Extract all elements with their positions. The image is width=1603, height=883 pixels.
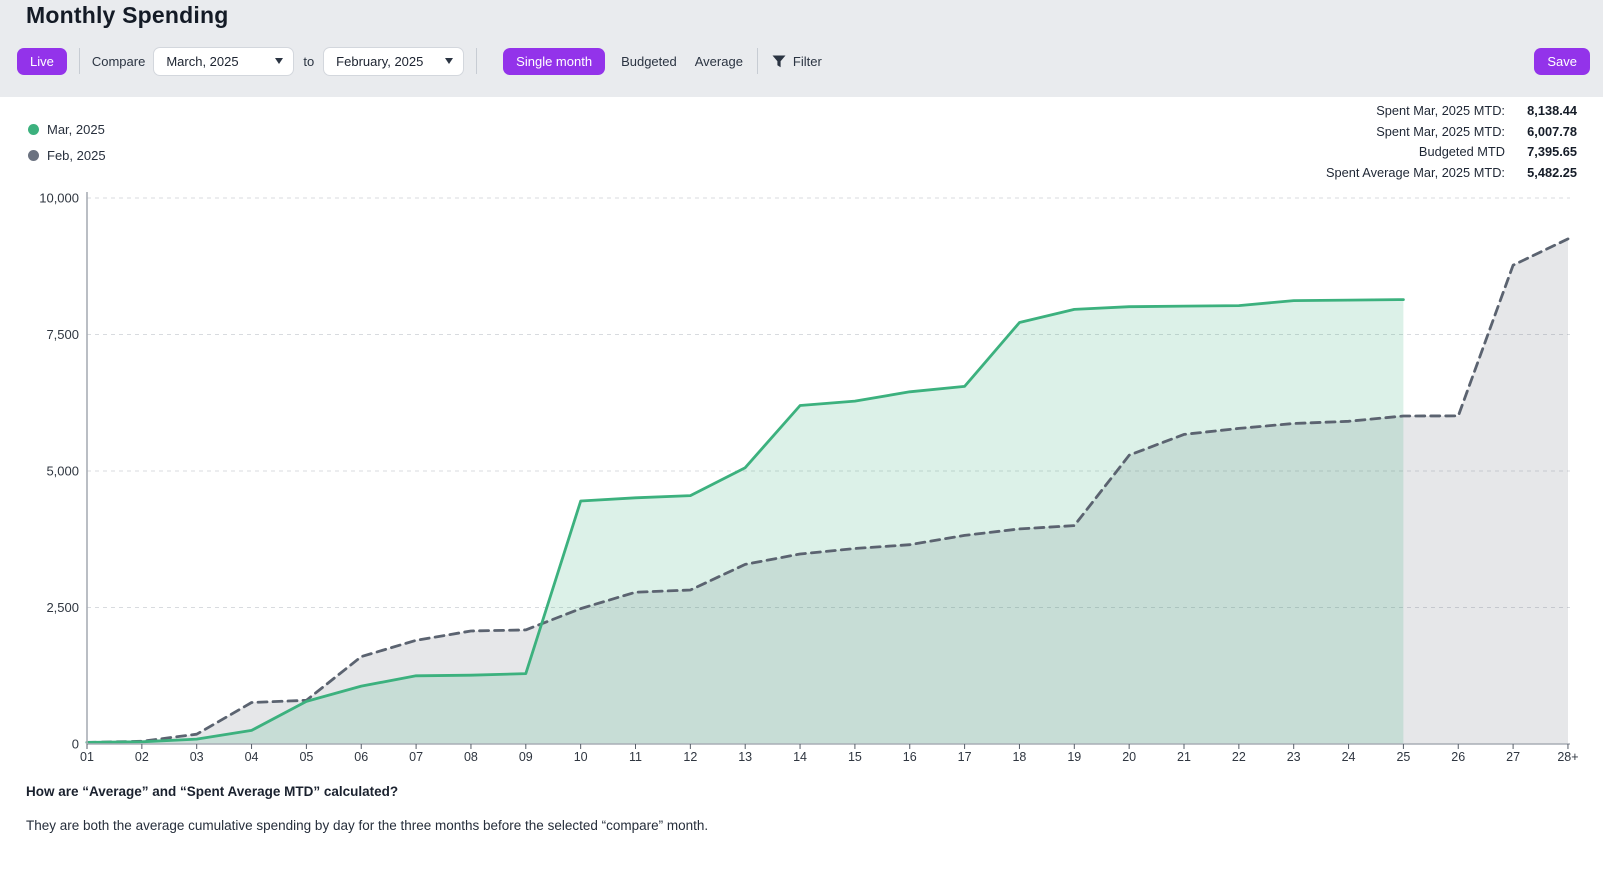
svg-text:02: 02 bbox=[135, 750, 149, 764]
svg-text:11: 11 bbox=[629, 750, 642, 764]
svg-text:25: 25 bbox=[1396, 750, 1410, 764]
svg-text:10: 10 bbox=[574, 750, 588, 764]
stat-label: Spent Mar, 2025 MTD: bbox=[1376, 124, 1505, 139]
svg-text:16: 16 bbox=[903, 750, 917, 764]
legend-dot-green-icon bbox=[28, 124, 39, 135]
summary-stats: Spent Mar, 2025 MTD: 8,138.44 Spent Mar,… bbox=[1326, 103, 1577, 185]
stat-label: Budgeted MTD bbox=[1419, 144, 1505, 159]
svg-text:05: 05 bbox=[299, 750, 313, 764]
legend-label: Feb, 2025 bbox=[47, 148, 106, 163]
explanation-footer: How are “Average” and “Spent Average MTD… bbox=[26, 784, 1286, 833]
stat-spent-compare-mtd: Spent Mar, 2025 MTD: 6,007.78 bbox=[1326, 124, 1577, 145]
stat-spent-average-mtd: Spent Average Mar, 2025 MTD: 5,482.25 bbox=[1326, 165, 1577, 186]
svg-text:24: 24 bbox=[1342, 750, 1356, 764]
svg-text:20: 20 bbox=[1122, 750, 1136, 764]
svg-text:21: 21 bbox=[1177, 750, 1191, 764]
svg-text:06: 06 bbox=[354, 750, 368, 764]
chart-legend: Mar, 2025 Feb, 2025 bbox=[28, 116, 106, 168]
legend-item-feb[interactable]: Feb, 2025 bbox=[28, 142, 106, 168]
svg-text:5,000: 5,000 bbox=[46, 464, 79, 479]
stat-value: 6,007.78 bbox=[1509, 124, 1577, 139]
svg-text:23: 23 bbox=[1287, 750, 1301, 764]
svg-text:12: 12 bbox=[683, 750, 697, 764]
svg-text:27: 27 bbox=[1506, 750, 1520, 764]
legend-item-mar[interactable]: Mar, 2025 bbox=[28, 116, 106, 142]
svg-text:22: 22 bbox=[1232, 750, 1246, 764]
stat-value: 8,138.44 bbox=[1509, 103, 1577, 118]
svg-text:28+: 28+ bbox=[1557, 750, 1578, 764]
legend-dot-gray-icon bbox=[28, 150, 39, 161]
svg-text:7,500: 7,500 bbox=[46, 327, 79, 342]
svg-text:03: 03 bbox=[190, 750, 204, 764]
stat-value: 7,395.65 bbox=[1509, 144, 1577, 159]
explanation-answer: They are both the average cumulative spe… bbox=[26, 818, 1286, 833]
svg-text:26: 26 bbox=[1451, 750, 1465, 764]
svg-text:10,000: 10,000 bbox=[39, 191, 79, 206]
explanation-question: How are “Average” and “Spent Average MTD… bbox=[26, 784, 1286, 799]
svg-text:19: 19 bbox=[1067, 750, 1081, 764]
svg-text:08: 08 bbox=[464, 750, 478, 764]
svg-text:15: 15 bbox=[848, 750, 862, 764]
svg-text:09: 09 bbox=[519, 750, 533, 764]
stat-label: Spent Mar, 2025 MTD: bbox=[1376, 103, 1505, 118]
svg-text:13: 13 bbox=[738, 750, 752, 764]
stat-spent-mtd: Spent Mar, 2025 MTD: 8,138.44 bbox=[1326, 103, 1577, 124]
svg-text:18: 18 bbox=[1012, 750, 1026, 764]
svg-text:0: 0 bbox=[72, 737, 79, 752]
svg-text:2,500: 2,500 bbox=[46, 600, 79, 615]
svg-text:17: 17 bbox=[958, 750, 972, 764]
legend-label: Mar, 2025 bbox=[47, 122, 105, 137]
svg-text:14: 14 bbox=[793, 750, 807, 764]
svg-text:01: 01 bbox=[80, 750, 94, 764]
svg-text:04: 04 bbox=[245, 750, 259, 764]
stat-budgeted-mtd: Budgeted MTD 7,395.65 bbox=[1326, 144, 1577, 165]
svg-text:07: 07 bbox=[409, 750, 423, 764]
stat-label: Spent Average Mar, 2025 MTD: bbox=[1326, 165, 1505, 180]
stat-value: 5,482.25 bbox=[1509, 165, 1577, 180]
